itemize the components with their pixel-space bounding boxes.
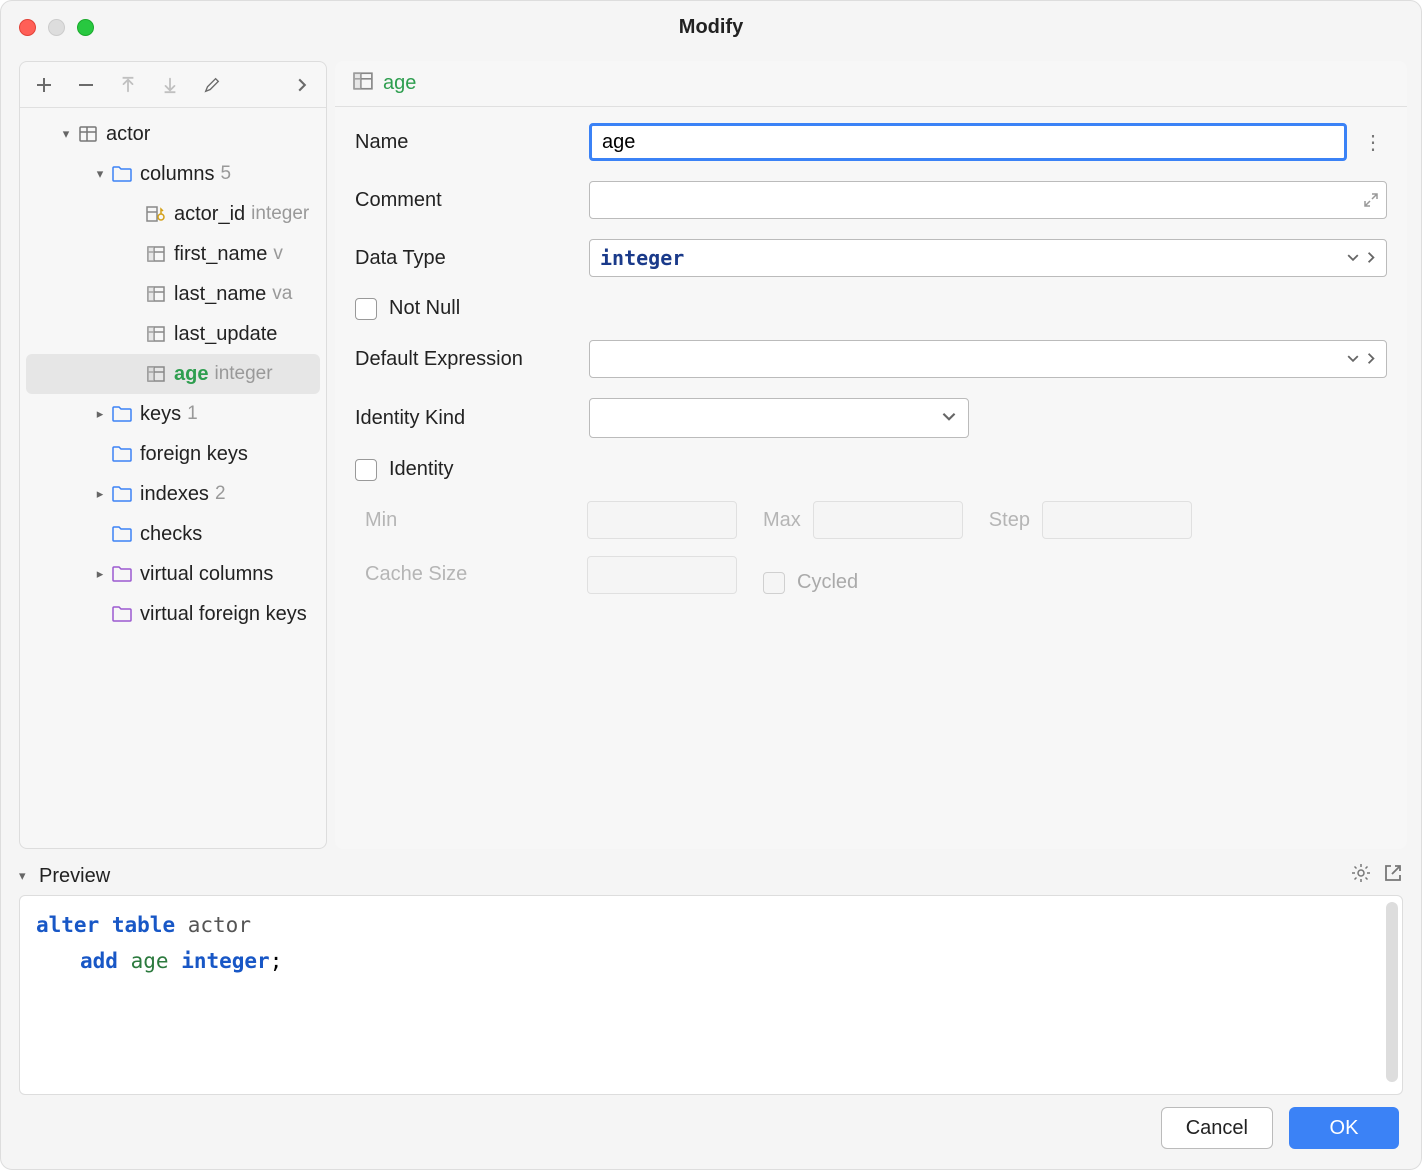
cycled-checkbox[interactable]	[763, 572, 785, 594]
pk-column-icon	[144, 205, 168, 223]
folder-icon	[110, 446, 134, 462]
tree-column-age[interactable]: age integer	[26, 354, 320, 394]
window-minimize-button[interactable]	[48, 19, 65, 36]
add-button[interactable]	[30, 71, 58, 99]
tree-folder-keys[interactable]: ▸ keys 1	[20, 394, 326, 434]
folder-icon	[110, 566, 134, 582]
folder-icon	[110, 526, 134, 542]
move-up-button[interactable]	[114, 71, 142, 99]
column-icon	[144, 286, 168, 302]
gear-icon[interactable]	[1351, 863, 1371, 889]
datatype-input[interactable]	[589, 239, 1387, 277]
folder-icon	[110, 166, 134, 182]
identity-checkbox[interactable]	[355, 459, 377, 481]
notnull-checkbox[interactable]	[355, 298, 377, 320]
folder-icon	[110, 486, 134, 502]
cachesize-label: Cache Size	[365, 563, 575, 586]
comment-label: Comment	[355, 189, 589, 212]
identitykind-label: Identity Kind	[355, 407, 589, 430]
column-icon	[353, 72, 373, 96]
sql-preview[interactable]: alter table actor add age integer;	[19, 895, 1403, 1095]
window-close-button[interactable]	[19, 19, 36, 36]
column-icon	[144, 326, 168, 342]
sidebar-toolbar	[20, 62, 326, 108]
preview-section: ▾ Preview alter table actor add age inte…	[19, 857, 1403, 1095]
name-options-button[interactable]: ⋮	[1359, 130, 1387, 155]
tree-folder-virtual-columns[interactable]: ▸ virtual columns	[20, 554, 326, 594]
breadcrumb-column: age	[383, 72, 416, 95]
column-editor: age Name ⋮ Comment	[335, 61, 1407, 849]
tree-column-last-name[interactable]: last_name va	[20, 274, 326, 314]
cancel-button[interactable]: Cancel	[1161, 1107, 1273, 1149]
max-input[interactable]	[813, 501, 963, 539]
name-label: Name	[355, 131, 589, 154]
window-title: Modify	[679, 16, 743, 39]
preview-title: Preview	[39, 865, 110, 888]
titlebar: Modify	[1, 1, 1421, 53]
chevron-down-icon	[942, 407, 956, 430]
tree-column-last-update[interactable]: last_update	[20, 314, 326, 354]
structure-sidebar: ▾ actor ▾ columns 5 actor_id int	[19, 61, 327, 849]
max-label: Max	[763, 509, 801, 532]
chevron-right-icon[interactable]	[1365, 247, 1377, 270]
chevron-down-icon[interactable]	[1347, 247, 1359, 270]
default-input[interactable]	[589, 340, 1387, 378]
tree-folder-foreign-keys[interactable]: foreign keys	[20, 434, 326, 474]
identitykind-select[interactable]	[589, 398, 969, 438]
tree-folder-columns[interactable]: ▾ columns 5	[20, 154, 326, 194]
step-label: Step	[989, 509, 1030, 532]
dialog-footer: Cancel OK	[1, 1107, 1421, 1169]
tree-folder-indexes[interactable]: ▸ indexes 2	[20, 474, 326, 514]
default-label: Default Expression	[355, 348, 589, 371]
min-input[interactable]	[587, 501, 737, 539]
chevron-down-icon[interactable]	[1347, 348, 1359, 371]
step-input[interactable]	[1042, 501, 1192, 539]
column-icon	[144, 366, 168, 382]
tree-column-actor-id[interactable]: actor_id integer	[20, 194, 326, 234]
folder-icon	[110, 606, 134, 622]
window-zoom-button[interactable]	[77, 19, 94, 36]
editor-header: age	[335, 61, 1407, 107]
folder-icon	[110, 406, 134, 422]
tree-table-actor[interactable]: ▾ actor	[20, 114, 326, 154]
preview-toggle[interactable]: ▾	[19, 868, 39, 884]
datatype-label: Data Type	[355, 247, 589, 270]
ok-button[interactable]: OK	[1289, 1107, 1399, 1149]
cachesize-input[interactable]	[587, 556, 737, 594]
column-icon	[144, 246, 168, 262]
tree-column-first-name[interactable]: first_name v	[20, 234, 326, 274]
remove-button[interactable]	[72, 71, 100, 99]
structure-tree[interactable]: ▾ actor ▾ columns 5 actor_id int	[20, 108, 326, 848]
cycled-label: Cycled	[797, 571, 858, 594]
table-icon	[76, 124, 100, 144]
chevron-right-icon[interactable]	[288, 71, 316, 99]
chevron-right-icon[interactable]	[1365, 348, 1377, 371]
scrollbar[interactable]	[1386, 902, 1398, 1082]
notnull-label: Not Null	[389, 297, 460, 320]
min-label: Min	[365, 509, 575, 532]
tree-folder-checks[interactable]: checks	[20, 514, 326, 554]
tree-folder-virtual-foreign-keys[interactable]: virtual foreign keys	[20, 594, 326, 634]
name-input[interactable]	[589, 123, 1347, 161]
move-down-button[interactable]	[156, 71, 184, 99]
edit-button[interactable]	[198, 71, 226, 99]
comment-input[interactable]	[589, 181, 1387, 219]
popout-icon[interactable]	[1383, 863, 1403, 889]
identity-label: Identity	[389, 458, 453, 481]
